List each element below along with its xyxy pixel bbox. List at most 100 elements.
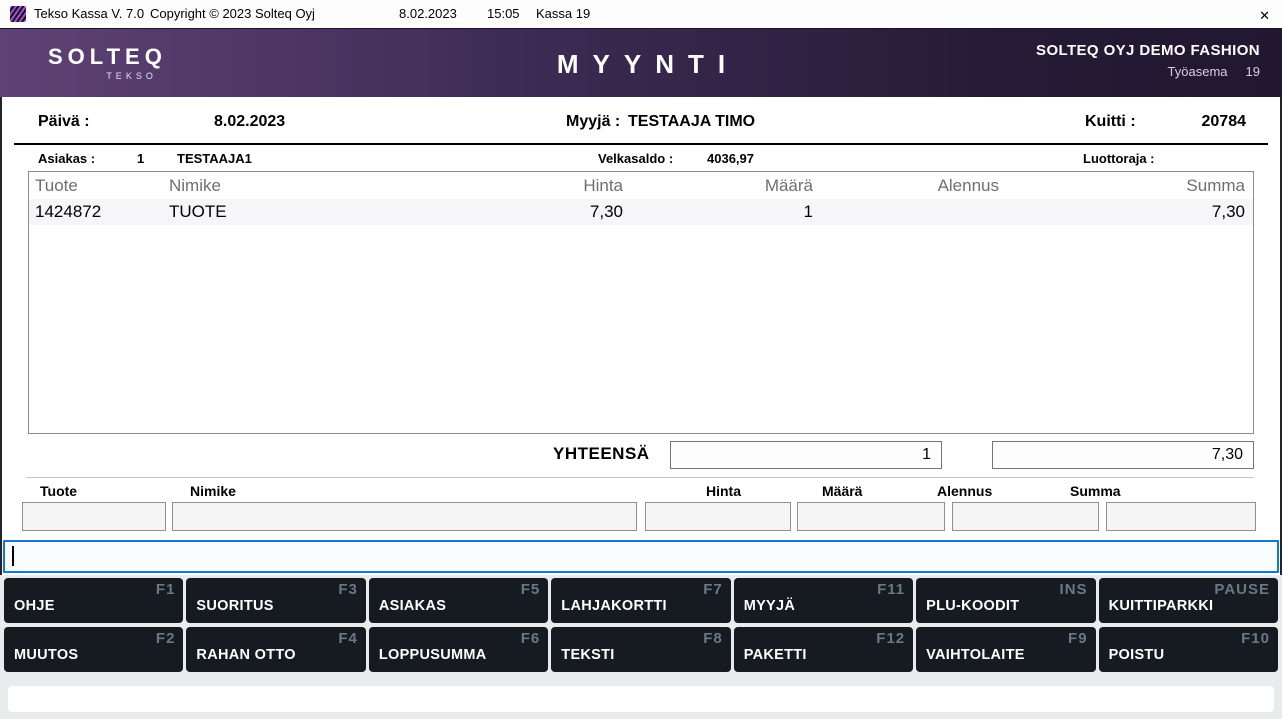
fn-label: ASIAKAS — [378, 598, 447, 614]
titlebar-date: 8.02.2023 — [399, 6, 457, 21]
debt-balance-value: 4036,97 — [707, 151, 754, 166]
fn-button-lahjakortti[interactable]: F7 LAHJAKORTTI — [551, 578, 731, 623]
window-title: Tekso Kassa V. 7.0 — [34, 6, 145, 21]
register-number: Kassa 19 — [536, 6, 591, 21]
customer-number: 1 — [137, 151, 145, 166]
function-key-area: F1 OHJE F3 SUORITUS F5 ASIAKAS F7 LAHJAK… — [0, 575, 1282, 719]
total-sum-box: 7,30 — [992, 441, 1254, 469]
function-key-grid: F1 OHJE F3 SUORITUS F5 ASIAKAS F7 LAHJAK… — [4, 578, 1278, 672]
table-header-row: Tuote Nimike Hinta Määrä Alennus Summa — [29, 172, 1253, 199]
credit-limit-label: Luottoraja : — [1083, 151, 1155, 166]
entry-label-alennus: Alennus — [937, 483, 993, 499]
workstation-info: Työasema 19 — [1036, 64, 1260, 79]
receipt-number: 20784 — [1201, 113, 1247, 130]
entry-label-summa: Summa — [1070, 483, 1121, 499]
item-quantity: 1 — [803, 202, 813, 221]
fn-button-paketti[interactable]: F12 PAKETTI — [733, 627, 914, 672]
fn-key-label: F3 — [338, 581, 358, 598]
entry-label-tuote: Tuote — [40, 483, 78, 499]
fn-button-suoritus[interactable]: F3 SUORITUS — [186, 578, 366, 623]
fn-key-label: F8 — [703, 630, 723, 647]
separator-line-2 — [26, 477, 1254, 478]
status-bar — [8, 686, 1274, 712]
receipt-label: Kuitti : — [1085, 113, 1136, 130]
customer-name: TESTAAJA1 — [177, 151, 252, 166]
date-value: 8.02.2023 — [214, 113, 286, 130]
fn-label: MUUTOS — [14, 647, 79, 663]
seller-label: Myyjä : — [566, 113, 621, 130]
fn-label: LOPPUSUMMA — [378, 647, 487, 663]
fn-button-vaihtolaite[interactable]: F9 VAIHTOLAITE — [916, 627, 1096, 672]
sum-input[interactable] — [1106, 502, 1256, 531]
seller-value: TESTAAJA TIMO — [628, 113, 756, 130]
customer-label: Asiakas : — [38, 151, 96, 166]
fn-key-label: F1 — [155, 581, 176, 598]
app-window: Tekso Kassa V. 7.0 Copyright © 2023 Solt… — [0, 0, 1282, 719]
titlebar-time: 15:05 — [487, 6, 520, 21]
fn-key-label: F2 — [155, 630, 176, 647]
fn-key-label: F7 — [703, 581, 723, 598]
text-cursor — [12, 546, 14, 566]
fn-button-loppusumma[interactable]: F6 LOPPUSUMMA — [368, 627, 549, 672]
fn-key-label: F11 — [877, 581, 906, 598]
fn-label: LAHJAKORTTI — [561, 598, 667, 614]
quantity-input[interactable] — [797, 502, 945, 531]
fn-label: MYYJÄ — [743, 598, 796, 614]
fn-button-asiakas[interactable]: F5 ASIAKAS — [368, 578, 549, 623]
fn-label: VAIHTOLAITE — [926, 647, 1025, 663]
fn-label: KUITTIPARKKI — [1108, 598, 1214, 614]
separator-line — [14, 143, 1268, 145]
fn-key-label: F9 — [1068, 630, 1088, 647]
discount-input[interactable] — [952, 502, 1099, 531]
fn-key-label: F5 — [520, 581, 541, 598]
fn-button-rahan-otto[interactable]: F4 RAHAN OTTO — [186, 627, 366, 672]
total-label: YHTEENSÄ — [553, 444, 650, 463]
fn-key-label: PAUSE — [1214, 581, 1270, 598]
fn-label: SUORITUS — [196, 598, 274, 614]
fn-button-myyja[interactable]: F11 MYYJÄ — [733, 578, 914, 623]
copyright-text: Copyright © 2023 Solteq Oyj — [150, 6, 315, 21]
fn-button-teksti[interactable]: F8 TEKSTI — [551, 627, 731, 672]
workstation-label: Työasema — [1167, 64, 1228, 79]
fn-key-label: F6 — [520, 630, 541, 647]
receipt-items-table: Tuote Nimike Hinta Määrä Alennus Summa 1… — [28, 171, 1254, 434]
command-input[interactable] — [3, 540, 1279, 573]
fn-label: PLU-KOODIT — [926, 598, 1020, 614]
fn-label: RAHAN OTTO — [196, 647, 296, 663]
app-header: SOLTEQ TEKSO MYYNTI SOLTEQ OYJ DEMO FASH… — [0, 28, 1282, 97]
product-code-input[interactable] — [22, 502, 166, 531]
table-row[interactable]: 1424872 TUOTE 7,30 1 7,30 — [29, 199, 1253, 225]
fn-label: POISTU — [1108, 647, 1165, 663]
close-icon[interactable]: ✕ — [1259, 6, 1270, 26]
item-name: TUOTE — [169, 202, 227, 221]
column-header-tuote: Tuote — [35, 175, 78, 195]
date-label: Päivä : — [38, 113, 90, 130]
entry-label-nimike: Nimike — [190, 483, 236, 499]
column-header-maara: Määrä — [764, 175, 813, 195]
workstation-number: 19 — [1245, 64, 1260, 79]
column-header-summa: Summa — [1186, 175, 1245, 195]
fn-key-label: F10 — [1241, 630, 1270, 647]
product-name-input[interactable] — [172, 502, 637, 531]
fn-button-kuittiparkki[interactable]: PAUSE KUITTIPARKKI — [1098, 578, 1278, 623]
column-header-hinta: Hinta — [583, 175, 623, 195]
fn-label: OHJE — [14, 598, 55, 614]
fn-button-muutos[interactable]: F2 MUUTOS — [4, 627, 184, 672]
tekso-app-icon — [10, 6, 26, 22]
fn-key-label: F4 — [338, 630, 358, 647]
item-price: 7,30 — [589, 202, 623, 221]
fn-button-plu-koodit[interactable]: INS PLU-KOODIT — [916, 578, 1096, 623]
total-quantity-box: 1 — [670, 441, 942, 469]
fn-key-label: INS — [1059, 581, 1088, 598]
debt-balance-label: Velkasaldo : — [598, 151, 674, 166]
price-input[interactable] — [645, 502, 791, 531]
fn-label: PAKETTI — [743, 647, 807, 663]
titlebar: Tekso Kassa V. 7.0 Copyright © 2023 Solt… — [0, 0, 1282, 28]
column-header-alennus: Alennus — [937, 175, 999, 195]
fn-label: TEKSTI — [561, 647, 615, 663]
entry-label-maara: Määrä — [822, 483, 863, 499]
fn-button-poistu[interactable]: F10 POISTU — [1098, 627, 1278, 672]
item-sum: 7,30 — [1211, 202, 1245, 221]
fn-button-ohje[interactable]: F1 OHJE — [4, 578, 184, 623]
fn-key-label: F12 — [876, 630, 906, 647]
